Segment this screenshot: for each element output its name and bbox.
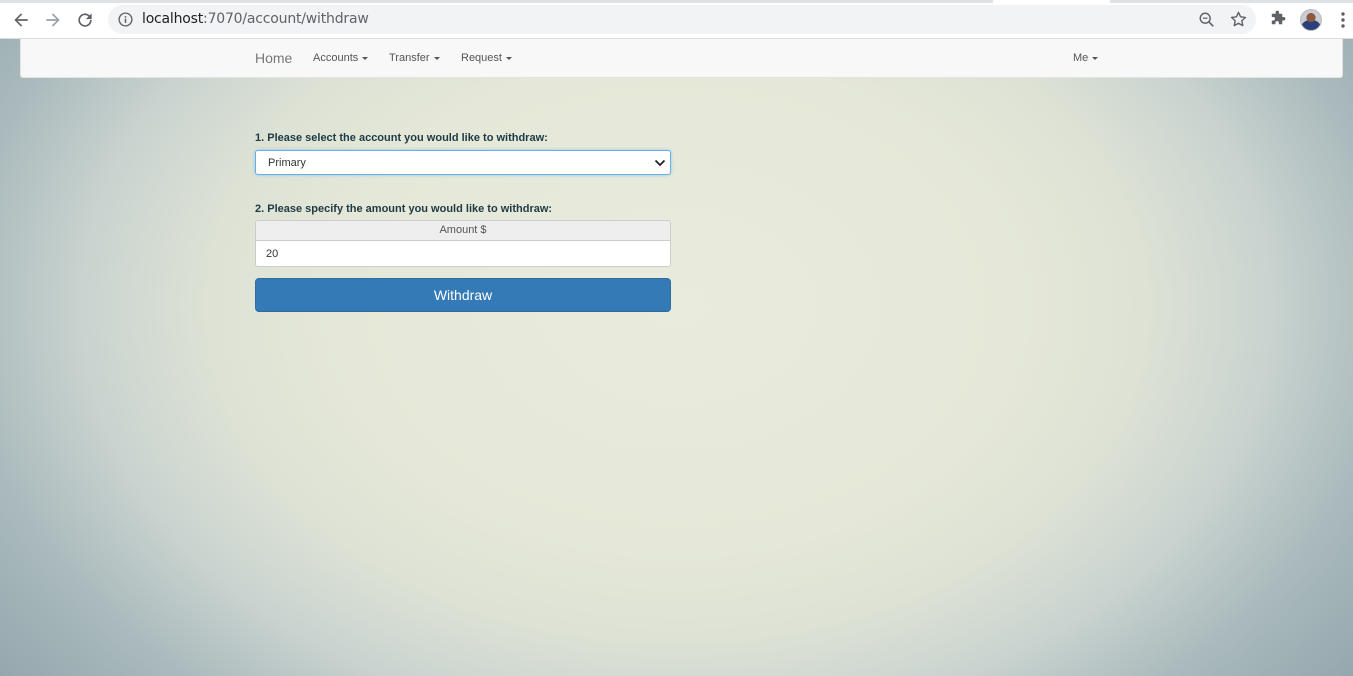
menu-dots-icon[interactable] xyxy=(1336,11,1350,29)
caret-down-icon xyxy=(362,56,369,60)
profile-avatar[interactable] xyxy=(1300,9,1322,31)
page-background: Home Accounts Transfer Request Me 1. Ple… xyxy=(0,39,1353,676)
account-select-value: Primary xyxy=(268,157,306,169)
browser-toolbar: localhost:7070/account/withdraw xyxy=(0,0,1353,39)
chevron-down-icon xyxy=(654,159,666,167)
reload-icon[interactable] xyxy=(73,8,97,32)
tab-strip xyxy=(0,0,1353,3)
account-select-label: 1. Please select the account you would l… xyxy=(255,132,548,144)
caret-down-icon xyxy=(505,56,512,60)
top-navbar: Home Accounts Transfer Request Me xyxy=(20,39,1343,78)
forward-icon[interactable] xyxy=(41,8,65,32)
url-text: localhost:7070/account/withdraw xyxy=(142,11,369,27)
amount-addon: Amount $ xyxy=(255,220,671,241)
caret-down-icon xyxy=(433,56,440,60)
zoom-icon[interactable] xyxy=(1198,11,1216,29)
nav-request-dropdown[interactable]: Request xyxy=(461,52,512,64)
amount-input[interactable] xyxy=(255,241,671,267)
nav-user-menu[interactable]: Me xyxy=(1073,52,1099,64)
nav-transfer-dropdown[interactable]: Transfer xyxy=(389,52,440,64)
caret-down-icon xyxy=(1092,56,1099,60)
amount-label: 2. Please specify the amount you would l… xyxy=(255,203,553,215)
address-bar[interactable]: localhost:7070/account/withdraw xyxy=(108,5,1256,34)
nav-home-link[interactable]: Home xyxy=(255,50,292,66)
nav-accounts-dropdown[interactable]: Accounts xyxy=(313,52,369,64)
account-select[interactable]: Primary xyxy=(255,150,671,175)
back-icon[interactable] xyxy=(9,8,33,32)
extensions-icon[interactable] xyxy=(1268,10,1287,29)
bookmark-star-icon[interactable] xyxy=(1229,10,1248,29)
info-icon[interactable] xyxy=(117,11,134,28)
withdraw-button[interactable]: Withdraw xyxy=(255,278,671,312)
